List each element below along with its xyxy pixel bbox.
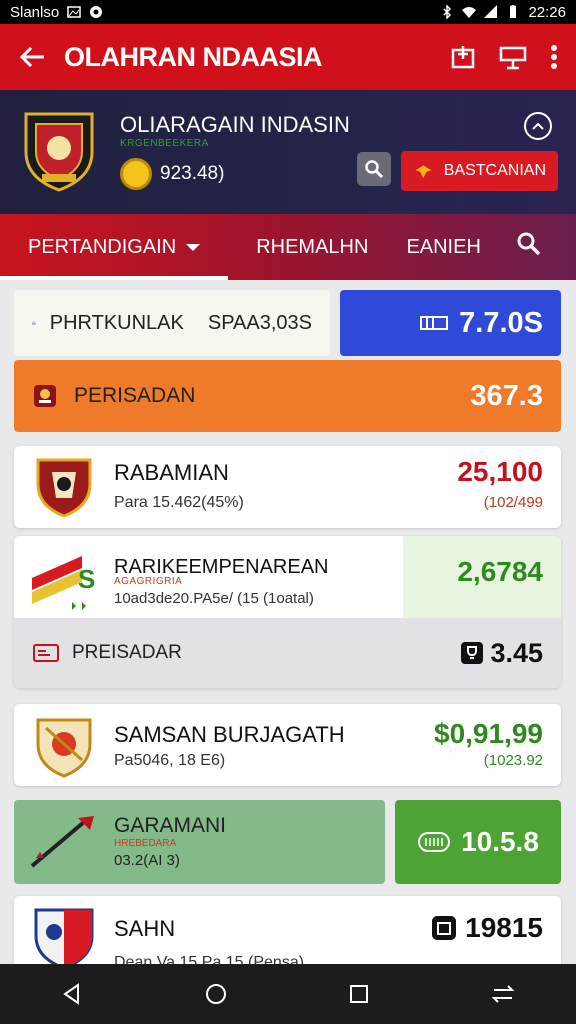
svg-text:S: S bbox=[78, 564, 95, 594]
chevron-down-icon bbox=[186, 243, 201, 251]
club-crest-logo bbox=[34, 908, 94, 964]
calendar-icon bbox=[432, 916, 457, 940]
club-crest-logo bbox=[36, 718, 92, 778]
timer-button[interactable] bbox=[524, 112, 552, 140]
ticket-icon bbox=[420, 316, 449, 330]
eagle-icon bbox=[415, 165, 432, 179]
row-label: PERISADAN bbox=[74, 384, 196, 407]
item-name: RABAMIAN bbox=[114, 460, 229, 485]
item-value: 19815 bbox=[465, 912, 543, 943]
item-value-secondary: (1023.92 bbox=[483, 752, 543, 769]
team-action-button[interactable]: BASTCANIAN bbox=[401, 151, 558, 191]
nav-home-icon[interactable] bbox=[204, 982, 228, 1006]
strip-right: 7.7.0S bbox=[340, 290, 561, 356]
tab-search-button[interactable] bbox=[516, 231, 576, 263]
item-sub: 03.2(AI 3) bbox=[114, 852, 180, 869]
item-sub: Dean Va 15 Pa 15 (Pensa) bbox=[114, 954, 305, 964]
battery-icon bbox=[510, 5, 517, 18]
system-nav-bar bbox=[0, 964, 576, 1024]
coin-icon bbox=[120, 158, 152, 190]
list-item[interactable]: S RARIKEEMPENAREAN AGAGRIGRIA 10ad3de20.… bbox=[14, 536, 561, 688]
club-crest-logo bbox=[36, 458, 92, 518]
status-bar: Slanlso 22:26 bbox=[0, 0, 576, 24]
item-value: 2,6784 bbox=[457, 556, 543, 587]
presentation-icon[interactable] bbox=[498, 44, 528, 70]
team-action-label: BASTCANIAN bbox=[443, 162, 546, 179]
item-name: SAMSAN BURJAGATH bbox=[114, 722, 345, 747]
timer-icon bbox=[532, 122, 544, 130]
team-count: 923.48) bbox=[120, 158, 224, 190]
standings-list: PHRTKUNLAK SPAA3,03S 7.7.0S PERISADAN 36… bbox=[0, 280, 576, 964]
search-icon bbox=[365, 160, 384, 179]
badge-icon bbox=[34, 385, 56, 407]
team-subtitle: KRGENBEEKERA bbox=[120, 138, 209, 149]
item-sub: Para 15.462(45%) bbox=[114, 494, 244, 511]
item-value: 10.5.8 bbox=[461, 826, 539, 857]
list-item[interactable]: SAMSAN BURJAGATH Pa5046, 18 E6) $0,91,99… bbox=[14, 704, 561, 786]
tab-label: PERTANDIGAIN bbox=[28, 235, 177, 258]
carrier-label: Slanlso bbox=[10, 3, 60, 21]
nav-back-icon[interactable] bbox=[60, 982, 84, 1006]
app-title: OLAHRAN NDAASIA bbox=[64, 41, 323, 72]
strip-right-value: 7.7.0S bbox=[459, 306, 543, 339]
tab-label: EANIEH bbox=[406, 235, 481, 258]
header-search-button[interactable] bbox=[357, 152, 391, 186]
strip-left-value: SPAA3,03S bbox=[207, 311, 312, 334]
signal-icon bbox=[484, 5, 498, 18]
list-item[interactable]: PHRTKUNLAK SPAA3,03S 7.7.0S bbox=[14, 290, 561, 356]
value-tile[interactable]: 10.5.8 bbox=[395, 800, 561, 884]
item-sub: Pa5046, 18 E6) bbox=[114, 752, 226, 769]
wifi-icon bbox=[462, 7, 477, 18]
spear-icon bbox=[30, 816, 94, 868]
trophy-icon bbox=[461, 642, 484, 664]
nav-recents-icon[interactable] bbox=[348, 983, 370, 1005]
arrow-left-icon bbox=[19, 46, 44, 68]
list-item[interactable]: SAHN Dean Va 15 Pa 15 (Pensa) 19815 bbox=[14, 896, 561, 964]
home-icon bbox=[32, 321, 36, 325]
tab-pertandingan[interactable]: PERTANDIGAIN bbox=[0, 214, 229, 280]
flag-stripe-logo: S bbox=[32, 556, 95, 610]
item-tag: HREBEDARA bbox=[114, 838, 177, 849]
tab-eanieh[interactable]: EANIEH bbox=[396, 214, 508, 280]
card-icon bbox=[33, 644, 59, 662]
bluetooth-icon bbox=[443, 5, 452, 19]
app-bar: OLAHRAN NDAASIA bbox=[0, 24, 576, 90]
strip-label: PHRTKUNLAK bbox=[49, 311, 184, 334]
tab-rhemalhn[interactable]: RHEMALHN bbox=[228, 214, 396, 280]
notification-icon bbox=[90, 6, 103, 18]
item-subrow: PREISADAR 3.45 bbox=[14, 618, 561, 688]
subrow-value: 3.45 bbox=[490, 637, 543, 668]
item-sub: 10ad3de20.PA5e/ (15 (1oatal) bbox=[114, 590, 314, 607]
item-name: GARAMANI bbox=[114, 814, 227, 837]
ticket-icon bbox=[418, 832, 451, 852]
row-value: 367.3 bbox=[470, 379, 543, 412]
team-name: OLIARAGAIN INDASIN bbox=[120, 112, 350, 137]
back-button[interactable] bbox=[0, 24, 64, 90]
more-vert-icon[interactable] bbox=[550, 44, 558, 70]
item-tag: AGAGRIGRIA bbox=[114, 576, 183, 587]
strip-left: PHRTKUNLAK SPAA3,03S bbox=[14, 290, 330, 356]
photo-icon bbox=[67, 6, 81, 18]
tab-bar: PERTANDIGAIN RHEMALHN EANIEH bbox=[0, 214, 576, 280]
item-value: 25,100 bbox=[457, 456, 543, 487]
item-value-secondary: (102/499 bbox=[483, 494, 543, 511]
item-value: $0,91,99 bbox=[434, 718, 543, 749]
clock-label: 22:26 bbox=[528, 3, 566, 21]
team-crest-logo bbox=[24, 112, 94, 192]
list-item[interactable]: PERISADAN 367.3 bbox=[14, 360, 561, 432]
team-count-value: 923.48) bbox=[160, 163, 225, 184]
list-item[interactable]: RABAMIAN Para 15.462(45%) 25,100 (102/49… bbox=[14, 446, 561, 528]
subrow-label: PREISADAR bbox=[72, 642, 182, 663]
item-name: SAHN bbox=[114, 916, 176, 941]
rotate-icon[interactable] bbox=[490, 982, 516, 1006]
share-icon[interactable] bbox=[450, 44, 476, 70]
search-icon bbox=[517, 232, 541, 256]
tab-label: RHEMALHN bbox=[256, 235, 369, 258]
list-item[interactable]: GARAMANI HREBEDARA 03.2(AI 3) bbox=[14, 800, 385, 884]
